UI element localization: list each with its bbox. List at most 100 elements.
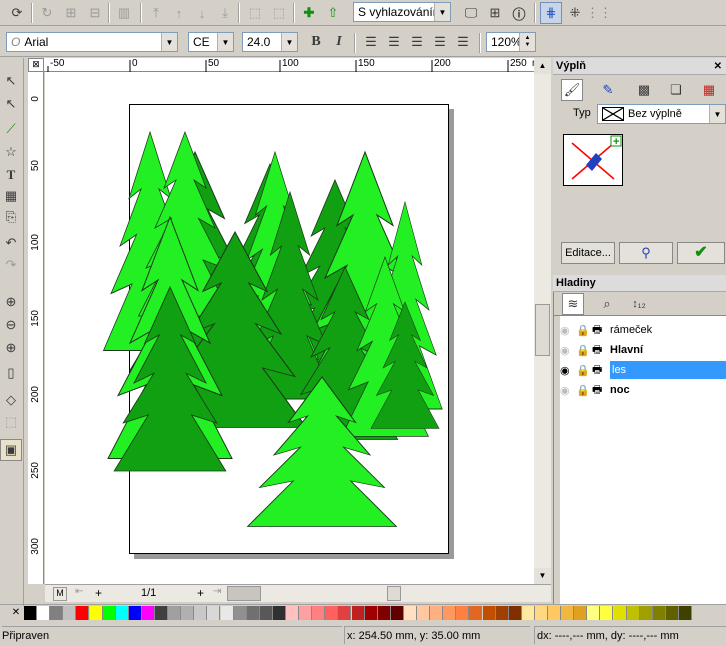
- color-swatch[interactable]: [351, 606, 365, 620]
- justify-icon[interactable]: ☰: [429, 31, 451, 53]
- layer-row[interactable]: ◉ 🔒 🖶 rámeček: [560, 320, 726, 340]
- monitor-icon[interactable]: 🖵: [460, 2, 482, 24]
- visibility-eye-icon[interactable]: ◉: [560, 344, 576, 357]
- first-page-icon[interactable]: ⇤: [75, 586, 83, 597]
- align-right-icon[interactable]: ☰: [406, 31, 428, 53]
- color-swatch[interactable]: [456, 606, 470, 620]
- fill-bucket-icon[interactable]: 🖌: [561, 79, 583, 101]
- color-swatch[interactable]: [600, 606, 614, 620]
- node-edit-icon[interactable]: ↖: [0, 93, 22, 115]
- visibility-eye-icon[interactable]: ◉: [560, 364, 576, 377]
- zoom-fit-icon[interactable]: ⊕: [0, 337, 22, 359]
- pen-icon[interactable]: ✎: [597, 79, 619, 101]
- lock-icon[interactable]: 🔒: [576, 384, 592, 397]
- layer-row[interactable]: ◉ 🔒 🖶 Hlavní: [560, 340, 726, 360]
- print-icon[interactable]: 🖶: [592, 341, 610, 360]
- scroll-up-icon[interactable]: ▲: [534, 58, 551, 74]
- color-swatch[interactable]: [207, 606, 221, 620]
- color-swatch[interactable]: [76, 606, 90, 620]
- color-swatch[interactable]: [679, 606, 692, 620]
- color-swatch[interactable]: [639, 606, 653, 620]
- color-swatch[interactable]: [508, 606, 522, 620]
- redo-icon[interactable]: ↷: [0, 254, 22, 276]
- color-swatch[interactable]: [89, 606, 103, 620]
- color-swatch[interactable]: [63, 606, 77, 620]
- bold-button[interactable]: B: [305, 31, 327, 53]
- color-swatch[interactable]: [613, 606, 627, 620]
- resize-tool-icon[interactable]: ⬚: [0, 411, 22, 433]
- color-swatch[interactable]: [299, 606, 313, 620]
- layer-order-icon[interactable]: ↕₁₂: [628, 293, 650, 315]
- antialias-select[interactable]: S vyhlazováním ▼: [353, 2, 451, 22]
- color-swatch[interactable]: [312, 606, 326, 620]
- color-swatch[interactable]: [443, 606, 457, 620]
- break-icon[interactable]: ⬚: [268, 2, 290, 24]
- table-tool-icon[interactable]: ▦: [0, 185, 22, 207]
- frame-tool-icon[interactable]: ▣: [0, 439, 22, 461]
- snap-guides-icon[interactable]: ⁜: [564, 2, 586, 24]
- line-tool-icon[interactable]: ⟋: [0, 118, 22, 140]
- text-tool-icon[interactable]: T: [0, 164, 22, 186]
- to-bottom-icon[interactable]: ⤓: [214, 2, 236, 24]
- color-swatch[interactable]: [141, 606, 155, 620]
- color-swatch[interactable]: [246, 606, 260, 620]
- apply-checkmark-icon[interactable]: ✔: [677, 242, 725, 264]
- charset-select[interactable]: CE ▼: [188, 32, 234, 52]
- chevron-down-icon[interactable]: ▼: [281, 33, 297, 51]
- color-swatch[interactable]: [534, 606, 548, 620]
- lock-icon[interactable]: 🔒: [576, 324, 592, 337]
- no-color-icon[interactable]: ✕: [10, 607, 22, 621]
- color-swatch[interactable]: [548, 606, 561, 620]
- shadow-icon[interactable]: ❏: [665, 79, 687, 101]
- chevron-down-icon[interactable]: ▼: [434, 3, 450, 21]
- drawing-canvas[interactable]: [45, 72, 534, 584]
- fill-preview[interactable]: +: [563, 134, 623, 186]
- scroll-down-icon[interactable]: ▼: [534, 568, 551, 584]
- zoom-out-icon[interactable]: ⊖: [0, 314, 22, 336]
- color-swatch[interactable]: [495, 606, 509, 620]
- color-swatch[interactable]: [220, 606, 234, 620]
- visibility-eye-icon[interactable]: ◉: [560, 324, 576, 337]
- forward-icon[interactable]: ↑: [168, 2, 190, 24]
- color-swatch[interactable]: [626, 606, 640, 620]
- color-swatch[interactable]: [403, 606, 417, 620]
- color-swatch[interactable]: [325, 606, 339, 620]
- italic-button[interactable]: I: [328, 31, 350, 53]
- color-swatch[interactable]: [128, 606, 142, 620]
- import-icon[interactable]: ⎘: [0, 206, 22, 228]
- zoom-in-icon[interactable]: ⊕: [0, 291, 22, 313]
- zoom-field[interactable]: 120% ▲ ▼: [486, 32, 536, 52]
- color-swatch[interactable]: [521, 606, 535, 620]
- convert-icon[interactable]: ↻: [36, 2, 58, 24]
- fill-edit-button[interactable]: Editace...: [561, 242, 615, 264]
- font-select[interactable]: O Arial ▼: [6, 32, 178, 52]
- prev-page-icon[interactable]: +: [95, 586, 102, 600]
- color-swatch[interactable]: [24, 606, 37, 620]
- layer-row[interactable]: ◉ 🔒 🖶 noc: [560, 380, 726, 400]
- snap-grid-icon[interactable]: ⋕: [540, 2, 562, 24]
- color-swatch[interactable]: [181, 606, 195, 620]
- align-icon[interactable]: ▥: [113, 2, 135, 24]
- info-icon[interactable]: ⓘ: [508, 2, 530, 24]
- layer-row-selected[interactable]: ◉ 🔒 🖶 les: [560, 360, 726, 380]
- star-tool-icon[interactable]: ☆: [0, 141, 22, 163]
- last-page-icon[interactable]: ⇥: [213, 586, 221, 597]
- color-grid-icon[interactable]: ▦: [698, 79, 720, 101]
- next-page-icon[interactable]: +: [197, 586, 204, 600]
- color-swatch[interactable]: [168, 606, 182, 620]
- master-page-button[interactable]: M: [53, 587, 67, 601]
- color-swatch[interactable]: [364, 606, 378, 620]
- window-icon[interactable]: ⊞: [484, 2, 506, 24]
- color-swatch[interactable]: [652, 606, 666, 620]
- print-icon[interactable]: 🖶: [592, 321, 610, 340]
- scroll-thumb[interactable]: [535, 304, 550, 356]
- shape-tool-icon[interactable]: ◇: [0, 389, 22, 411]
- justify-all-icon[interactable]: ☰: [452, 31, 474, 53]
- zoom-spin-icon[interactable]: ▲ ▼: [519, 33, 535, 51]
- ungroup-icon[interactable]: ⊟: [84, 2, 106, 24]
- group-icon[interactable]: ⊞: [60, 2, 82, 24]
- color-swatch[interactable]: [390, 606, 404, 620]
- color-swatch[interactable]: [574, 606, 588, 620]
- color-swatch[interactable]: [482, 606, 496, 620]
- close-icon[interactable]: ✕: [714, 58, 722, 75]
